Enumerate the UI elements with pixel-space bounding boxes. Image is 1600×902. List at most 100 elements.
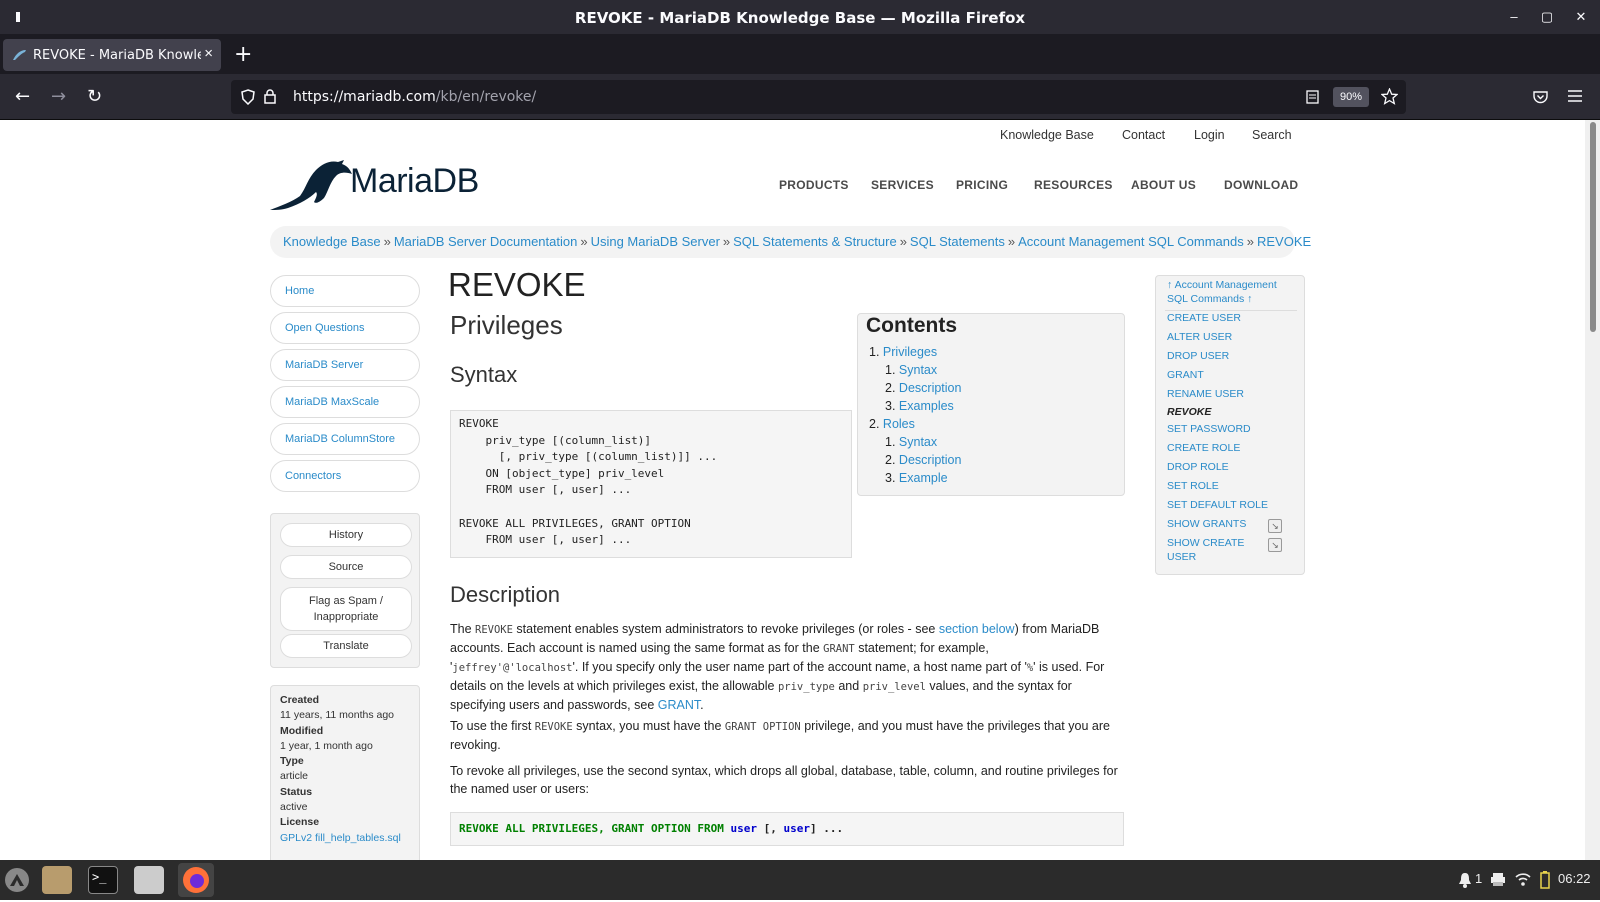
breadcrumb-separator: » [722, 234, 731, 249]
battery-icon[interactable] [1540, 871, 1550, 889]
flag-spam-button[interactable]: Flag as Spam / Inappropriate [280, 587, 412, 631]
related-link-set-default-role[interactable]: SET DEFAULT ROLE [1167, 499, 1268, 513]
related-link-grant[interactable]: GRANT [1167, 369, 1204, 383]
firefox-taskbar-button[interactable] [178, 863, 214, 897]
description-paragraph-3: To revoke all privileges, use the second… [450, 764, 1118, 796]
related-link-create-role[interactable]: CREATE ROLE [1167, 442, 1240, 456]
history-button[interactable]: History [280, 523, 412, 547]
reload-button[interactable]: ↻ [87, 86, 102, 107]
maximize-button[interactable]: ▢ [1538, 8, 1556, 26]
nav-about-us[interactable]: ABOUT US [1131, 178, 1196, 192]
page-tools-panel: History Source Flag as Spam / Inappropri… [270, 513, 420, 668]
nav-download[interactable]: DOWNLOAD [1224, 178, 1298, 192]
breadcrumb-item[interactable]: MariaDB Server Documentation [394, 234, 578, 249]
grant-link[interactable]: GRANT [658, 698, 700, 712]
toc-item[interactable]: 2. Description [885, 381, 961, 395]
related-link-set-password[interactable]: SET PASSWORD [1167, 423, 1251, 437]
url-text: https://mariadb.com/kb/en/revoke/ [293, 89, 537, 105]
sidebar-item-open-questions[interactable]: Open Questions [270, 312, 420, 344]
breadcrumb-item-current[interactable]: REVOKE [1257, 234, 1311, 249]
zoom-level[interactable]: 90% [1333, 87, 1369, 107]
breadcrumb-item[interactable]: SQL Statements & Structure [733, 234, 897, 249]
scrollbar-thumb[interactable] [1590, 122, 1596, 332]
pocket-icon[interactable] [1533, 90, 1548, 104]
sidebar-item-mariadb-server[interactable]: MariaDB Server [270, 349, 420, 381]
expand-icon[interactable]: ↘ [1268, 519, 1282, 533]
back-button[interactable]: ← [15, 86, 30, 107]
related-link-revoke-current: REVOKE [1167, 406, 1212, 418]
archive-manager-icon[interactable] [134, 866, 164, 894]
url-bar[interactable]: https://mariadb.com/kb/en/revoke/ 90% [231, 80, 1406, 114]
breadcrumb-item[interactable]: Knowledge Base [283, 234, 381, 249]
nav-services[interactable]: SERVICES [871, 178, 934, 192]
top-link-contact[interactable]: Contact [1122, 128, 1165, 142]
breadcrumb-item[interactable]: Using MariaDB Server [591, 234, 720, 249]
toc-item[interactable]: 1. Syntax [885, 363, 937, 377]
sidebar-divider [1165, 310, 1297, 311]
notification-bell-icon[interactable] [1458, 872, 1472, 888]
page-scrollbar[interactable] [1585, 120, 1600, 860]
close-button[interactable]: ✕ [1572, 8, 1590, 26]
terminal-icon[interactable]: >_ [88, 866, 118, 894]
related-link-rename-user[interactable]: RENAME USER [1167, 388, 1244, 402]
toc-item[interactable]: 1. Syntax [885, 435, 937, 449]
status-label: Status [280, 785, 313, 798]
breadcrumb-separator: » [383, 234, 391, 249]
related-link-show-grants[interactable]: SHOW GRANTS [1167, 518, 1246, 532]
sidebar-item-mariadb-maxscale[interactable]: MariaDB MaxScale [270, 386, 420, 418]
related-link-drop-role[interactable]: DROP ROLE [1167, 461, 1229, 475]
forward-button[interactable]: → [51, 86, 66, 107]
sidebar-item-connectors[interactable]: Connectors [270, 460, 420, 492]
source-button[interactable]: Source [280, 555, 412, 579]
bookmark-star-icon[interactable] [1381, 88, 1398, 105]
created-label: Created [280, 694, 320, 706]
mariadb-seal-logo-icon[interactable] [270, 158, 354, 212]
toc-item[interactable]: 3. Examples [885, 399, 954, 413]
related-link-set-role[interactable]: SET ROLE [1167, 480, 1219, 494]
heading-description: Description [450, 582, 561, 607]
shield-icon[interactable] [241, 89, 255, 105]
toc-item[interactable]: 1. Privileges [869, 345, 937, 359]
breadcrumb-item[interactable]: Account Management SQL Commands [1018, 234, 1244, 249]
printer-icon[interactable] [1490, 872, 1506, 887]
breadcrumb-item[interactable]: SQL Statements [910, 234, 1005, 249]
description-paragraph-1: The REVOKE statement enables system admi… [450, 622, 1105, 712]
toc-item[interactable]: 3. Example [885, 471, 948, 485]
minimize-button[interactable]: – [1505, 8, 1523, 26]
firefox-icon [183, 867, 209, 893]
related-link-drop-user[interactable]: DROP USER [1167, 350, 1229, 364]
top-link-login[interactable]: Login [1194, 128, 1225, 142]
license-link[interactable]: GPLv2 fill_help_tables.sql [280, 832, 401, 844]
wifi-icon[interactable] [1515, 872, 1531, 887]
parent-category-link[interactable]: ↑ Account Management SQL Commands ↑ [1167, 279, 1287, 306]
related-link-alter-user[interactable]: ALTER USER [1167, 331, 1232, 345]
top-link-knowledge-base[interactable]: Knowledge Base [1000, 128, 1094, 142]
start-menu-icon[interactable] [4, 867, 30, 893]
nav-products[interactable]: PRODUCTS [779, 178, 849, 192]
toc-item[interactable]: 2. Roles [869, 417, 915, 431]
sidebar-item-mariadb-columnstore[interactable]: MariaDB ColumnStore [270, 423, 420, 455]
hamburger-menu-icon[interactable] [1568, 90, 1582, 102]
desktop-taskbar: >_ 1 06:22 [0, 860, 1600, 900]
new-tab-button[interactable]: + [234, 42, 252, 67]
nav-pricing[interactable]: PRICING [956, 178, 1008, 192]
description-paragraph-2: To use the first REVOKE syntax, you must… [450, 719, 1110, 752]
nav-resources[interactable]: RESOURCES [1034, 178, 1113, 192]
syntax-code-block: REVOKE priv_type [(column_list)] [, priv… [450, 410, 852, 558]
sidebar-item-home[interactable]: Home [270, 275, 420, 307]
top-link-search[interactable]: Search [1252, 128, 1292, 142]
related-link-show-create-user[interactable]: SHOW CREATE USER [1167, 537, 1257, 564]
mariadb-logo-text[interactable]: MariaDB [350, 162, 479, 201]
file-manager-icon[interactable] [42, 866, 72, 894]
translate-button[interactable]: Translate [280, 634, 412, 658]
article-metadata: Created 11 years, 11 months ago Modified… [270, 685, 420, 860]
expand-icon[interactable]: ↘ [1268, 538, 1282, 552]
section-below-link[interactable]: section below [939, 622, 1015, 636]
related-link-create-user[interactable]: CREATE USER [1167, 312, 1241, 326]
toc-item[interactable]: 2. Description [885, 453, 961, 467]
tab-close-icon[interactable]: × [204, 45, 213, 62]
tab-revoke[interactable]: REVOKE - MariaDB Knowledge Base × [3, 39, 221, 71]
lock-icon[interactable] [264, 89, 276, 104]
reader-view-icon[interactable] [1306, 90, 1319, 104]
table-of-contents: Contents 1. Privileges 1. Syntax 2. Desc… [857, 313, 1125, 496]
